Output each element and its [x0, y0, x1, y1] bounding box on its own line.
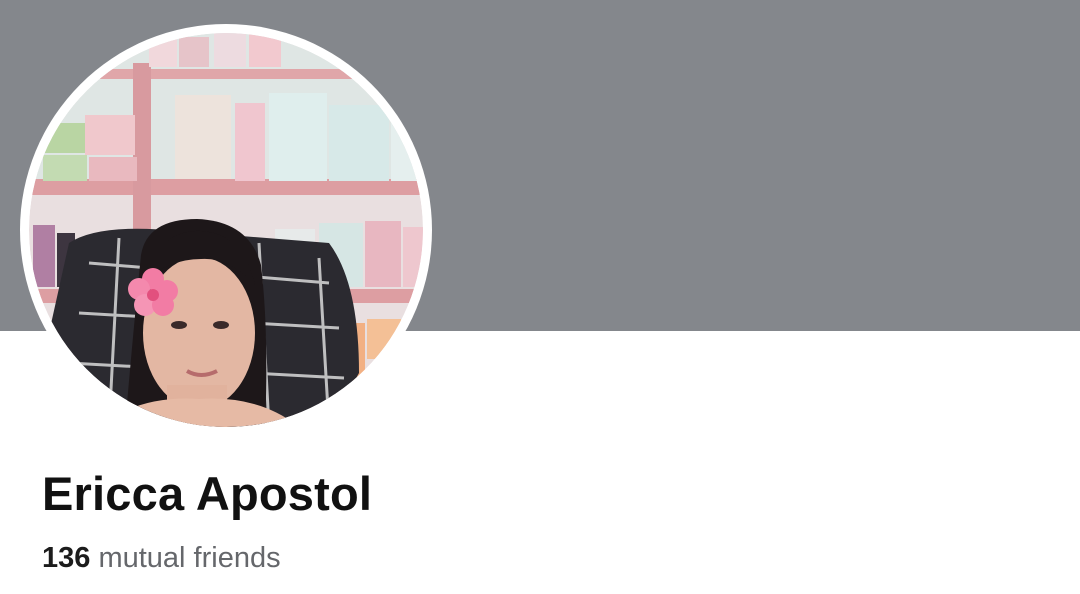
mutual-friends[interactable]: 136 mutual friends	[42, 542, 281, 575]
profile-name[interactable]: Ericca Apostol	[42, 466, 372, 521]
mutual-friends-label: mutual friends	[98, 542, 281, 574]
profile-photo[interactable]	[29, 33, 423, 427]
profile-picture-frame[interactable]	[20, 24, 432, 436]
mutual-friends-count: 136	[42, 542, 91, 574]
